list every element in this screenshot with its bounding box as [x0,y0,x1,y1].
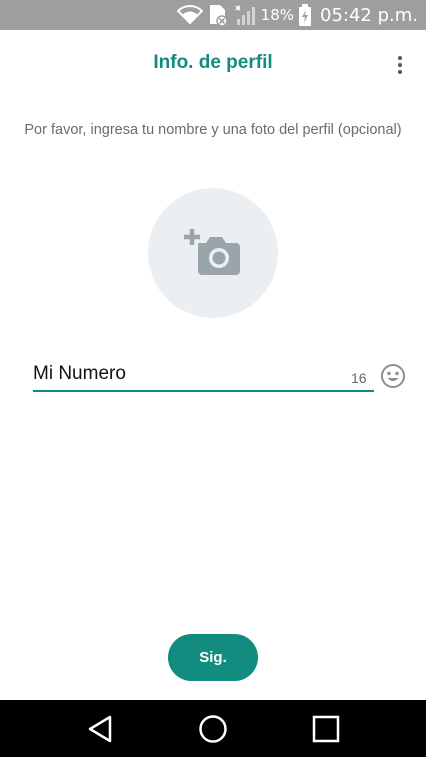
add-photo-icon [184,229,240,275]
battery-icon [298,0,312,30]
navigation-bar [0,700,426,757]
char-counter: 16 [351,370,367,386]
app-header: Info. de perfil [0,30,426,100]
next-button[interactable]: Sig. [168,634,258,681]
emoji-icon[interactable] [379,362,407,390]
battery-percent: 18% [260,6,294,24]
wifi-icon [176,0,203,30]
home-icon[interactable] [183,700,243,757]
name-row: 16 [33,358,413,398]
back-icon[interactable] [70,700,130,757]
sim-card-icon [207,0,229,30]
signal-icon [233,0,257,30]
clock: 05:42 p.m. [320,4,418,26]
name-input[interactable] [33,360,374,392]
more-vert-icon[interactable] [392,52,408,78]
recents-icon[interactable] [296,700,356,757]
instructions-text: Por favor, ingresa tu nombre y una foto … [24,122,402,138]
profile-photo-button[interactable] [148,188,278,318]
status-bar: 18% 05:42 p.m. [0,0,426,30]
page-title: Info. de perfil [153,52,273,73]
